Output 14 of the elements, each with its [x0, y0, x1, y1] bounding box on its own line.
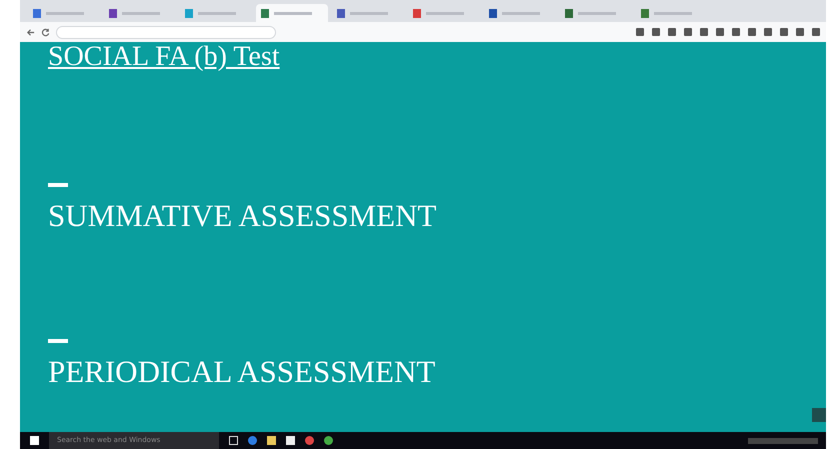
- store-icon[interactable]: [286, 436, 295, 445]
- browser-tab[interactable]: [256, 4, 328, 22]
- reload-icon[interactable]: [41, 28, 50, 36]
- windows-start-icon[interactable]: [30, 436, 39, 445]
- section-heading: PERIODICAL ASSESSMENT: [48, 355, 436, 389]
- section-heading: SUMMATIVE ASSESSMENT: [48, 199, 436, 233]
- accent-bar: [48, 339, 68, 343]
- back-icon[interactable]: [26, 28, 35, 36]
- folder-icon[interactable]: [267, 436, 276, 445]
- browser-icon[interactable]: [248, 436, 257, 445]
- task-view-icon[interactable]: [229, 436, 238, 445]
- slide-title: SOCIAL FA (b) Test: [48, 42, 280, 72]
- accent-bar: [48, 183, 68, 187]
- address-field[interactable]: [56, 26, 276, 38]
